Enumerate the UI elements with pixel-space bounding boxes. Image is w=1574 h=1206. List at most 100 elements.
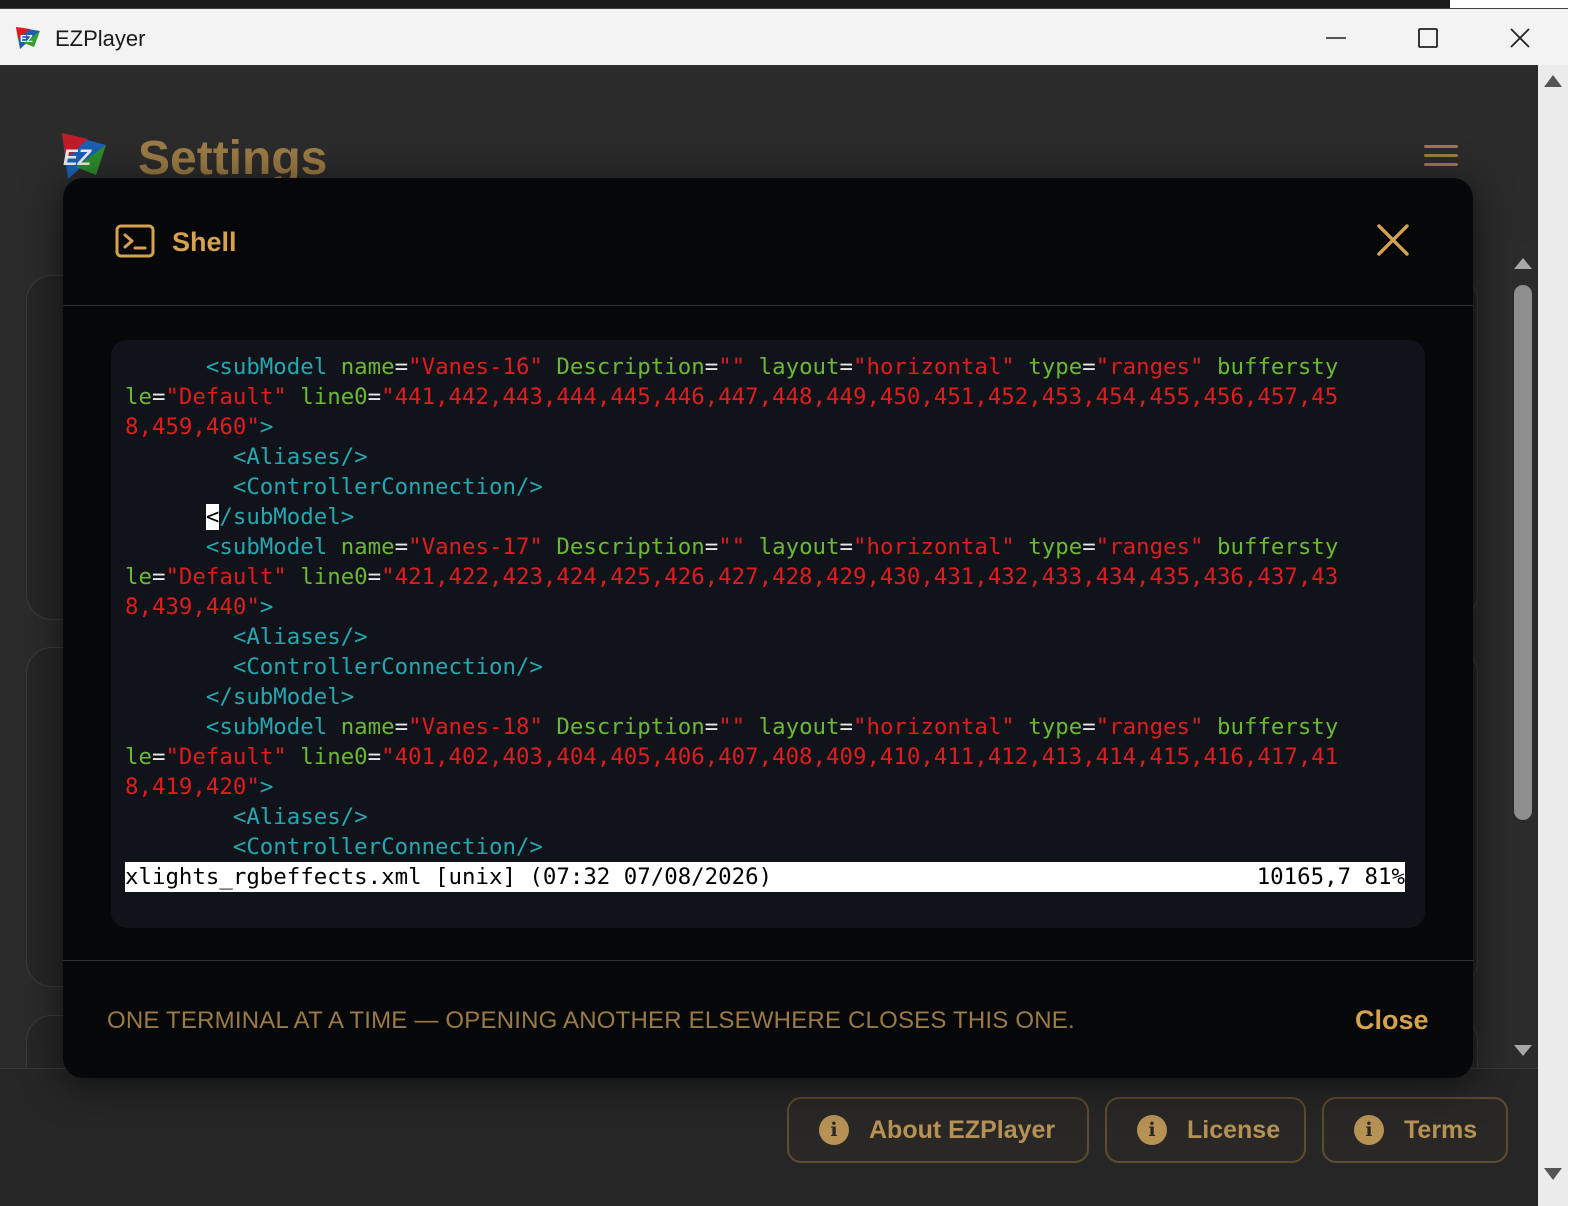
terminal-cursor: < (205, 504, 220, 530)
terminal-token: <subModel (205, 354, 341, 380)
terminal-token: "441,442,443,444,445,446,447,448,449,450… (381, 384, 1339, 410)
terminal-token: Description (556, 714, 705, 740)
terminal-token: "" (718, 534, 759, 560)
terminal-line: </subModel> (125, 682, 1405, 712)
terminal-token: = (1082, 714, 1096, 740)
terminal-line: 8,439,440"> (125, 592, 1405, 622)
terminal-token: > (259, 414, 274, 440)
maximize-button[interactable] (1382, 9, 1474, 66)
terminal-token: /subModel> (219, 504, 355, 530)
terminal-token: = (704, 714, 719, 740)
info-icon: i (819, 1115, 849, 1145)
terminal-token: line0 (300, 744, 368, 770)
terminal-token: Description (556, 354, 705, 380)
terminal-token: le (125, 384, 152, 410)
window-edge (1568, 0, 1574, 1206)
modal-footer: ONE TERMINAL AT A TIME — OPENING ANOTHER… (63, 960, 1473, 1078)
terminal-line: <ControllerConnection/> (125, 832, 1405, 862)
terminal-token: le (125, 744, 152, 770)
minimize-icon (1326, 36, 1346, 39)
terminal-token: <subModel (205, 534, 341, 560)
terminal-token: = (151, 564, 166, 590)
terminal-line: <subModel name="Vanes-17" Description=""… (125, 532, 1405, 562)
terminal-token: "Default" (165, 564, 301, 590)
terminal-token: "ranges" (1095, 354, 1217, 380)
scroll-thumb[interactable] (1514, 285, 1532, 820)
terminal-token: type (1028, 354, 1083, 380)
svg-text:EZ: EZ (20, 34, 33, 45)
terminal-token: <subModel (205, 714, 341, 740)
scroll-down-arrow-icon[interactable] (1514, 1045, 1532, 1056)
terminal-token: "" (718, 714, 759, 740)
terminal-token: = (367, 564, 382, 590)
desktop-strip (0, 0, 1574, 8)
minimize-button[interactable] (1290, 9, 1382, 66)
terminal-token: = (839, 354, 854, 380)
terminal-line: <subModel name="Vanes-18" Description=""… (125, 712, 1405, 742)
terminal-note: ONE TERMINAL AT A TIME — OPENING ANOTHER… (107, 1007, 1075, 1034)
terminal-token: "401,402,403,404,405,406,407,408,409,410… (381, 744, 1339, 770)
ez-logo-icon: EZ (62, 133, 106, 179)
terminal-lines: <subModel name="Vanes-16" Description=""… (125, 352, 1405, 862)
terminal-token: "Vanes-16" (408, 354, 557, 380)
terminal-token: <Aliases/> (232, 444, 368, 470)
terminal-token: name (340, 354, 395, 380)
terminal-token: "Vanes-17" (408, 534, 557, 560)
close-icon[interactable] (1375, 222, 1411, 258)
window-title: EZPlayer (55, 26, 146, 51)
terminal-token: "ranges" (1095, 534, 1217, 560)
terminal-line: <Aliases/> (125, 442, 1405, 472)
terminal-token: = (367, 384, 382, 410)
terminal-token: Description (556, 534, 705, 560)
terminal-line: <Aliases/> (125, 802, 1405, 832)
terminal-token: 8,439,440" (125, 594, 260, 620)
about-button[interactable]: i About EZPlayer (787, 1097, 1089, 1163)
scroll-up-arrow-icon[interactable] (1514, 258, 1532, 269)
terminal-token: 8,419,420" (125, 774, 260, 800)
terminal-line: <ControllerConnection/> (125, 472, 1405, 502)
close-button[interactable]: Close (1355, 1005, 1429, 1036)
content-scrollbar[interactable] (1508, 245, 1538, 1065)
terminal-token: layout (758, 534, 840, 560)
terminal-token: line0 (300, 564, 368, 590)
hamburger-icon[interactable] (1424, 145, 1458, 171)
license-button[interactable]: i License (1105, 1097, 1306, 1163)
terminal-token: = (1082, 354, 1096, 380)
terms-button[interactable]: i Terms (1322, 1097, 1508, 1163)
terminal-line: le="Default" line0="441,442,443,444,445,… (125, 382, 1405, 412)
scroll-up-arrow-icon[interactable] (1544, 75, 1562, 87)
terminal-token: = (394, 534, 409, 560)
terminal-token: name (340, 714, 395, 740)
terminal-token: = (394, 714, 409, 740)
info-icon: i (1354, 1115, 1384, 1145)
modal-header: Shell (63, 178, 1473, 306)
terminal-token: <ControllerConnection/> (232, 654, 543, 680)
window-scrollbar[interactable] (1538, 65, 1568, 1206)
terminal-token: = (151, 744, 166, 770)
terminal-token: "horizontal" (853, 714, 1029, 740)
terminal-token: <ControllerConnection/> (232, 474, 543, 500)
terminal-line: </subModel> (125, 502, 1405, 532)
terminal-output[interactable]: <subModel name="Vanes-16" Description=""… (111, 340, 1425, 928)
terminal-token: = (151, 384, 166, 410)
scroll-down-arrow-icon[interactable] (1544, 1168, 1562, 1180)
terminal-token: layout (758, 714, 840, 740)
terminal-line: le="Default" line0="401,402,403,404,405,… (125, 742, 1405, 772)
terminal-token: > (259, 774, 274, 800)
terminal-token: "421,422,423,424,425,426,427,428,429,430… (381, 564, 1339, 590)
terminal-token: "ranges" (1095, 714, 1217, 740)
window-close-button[interactable] (1474, 9, 1566, 66)
terms-button-label: Terms (1404, 1115, 1478, 1144)
close-icon (1510, 27, 1530, 48)
vim-status-line: xlights_rgbeffects.xml [unix] (07:32 07/… (125, 862, 1405, 892)
terminal-token: 8,459,460" (125, 414, 260, 440)
status-file-info: xlights_rgbeffects.xml [unix] (07:32 07/… (125, 864, 773, 890)
license-button-label: License (1187, 1115, 1281, 1144)
terminal-line: <Aliases/> (125, 622, 1405, 652)
